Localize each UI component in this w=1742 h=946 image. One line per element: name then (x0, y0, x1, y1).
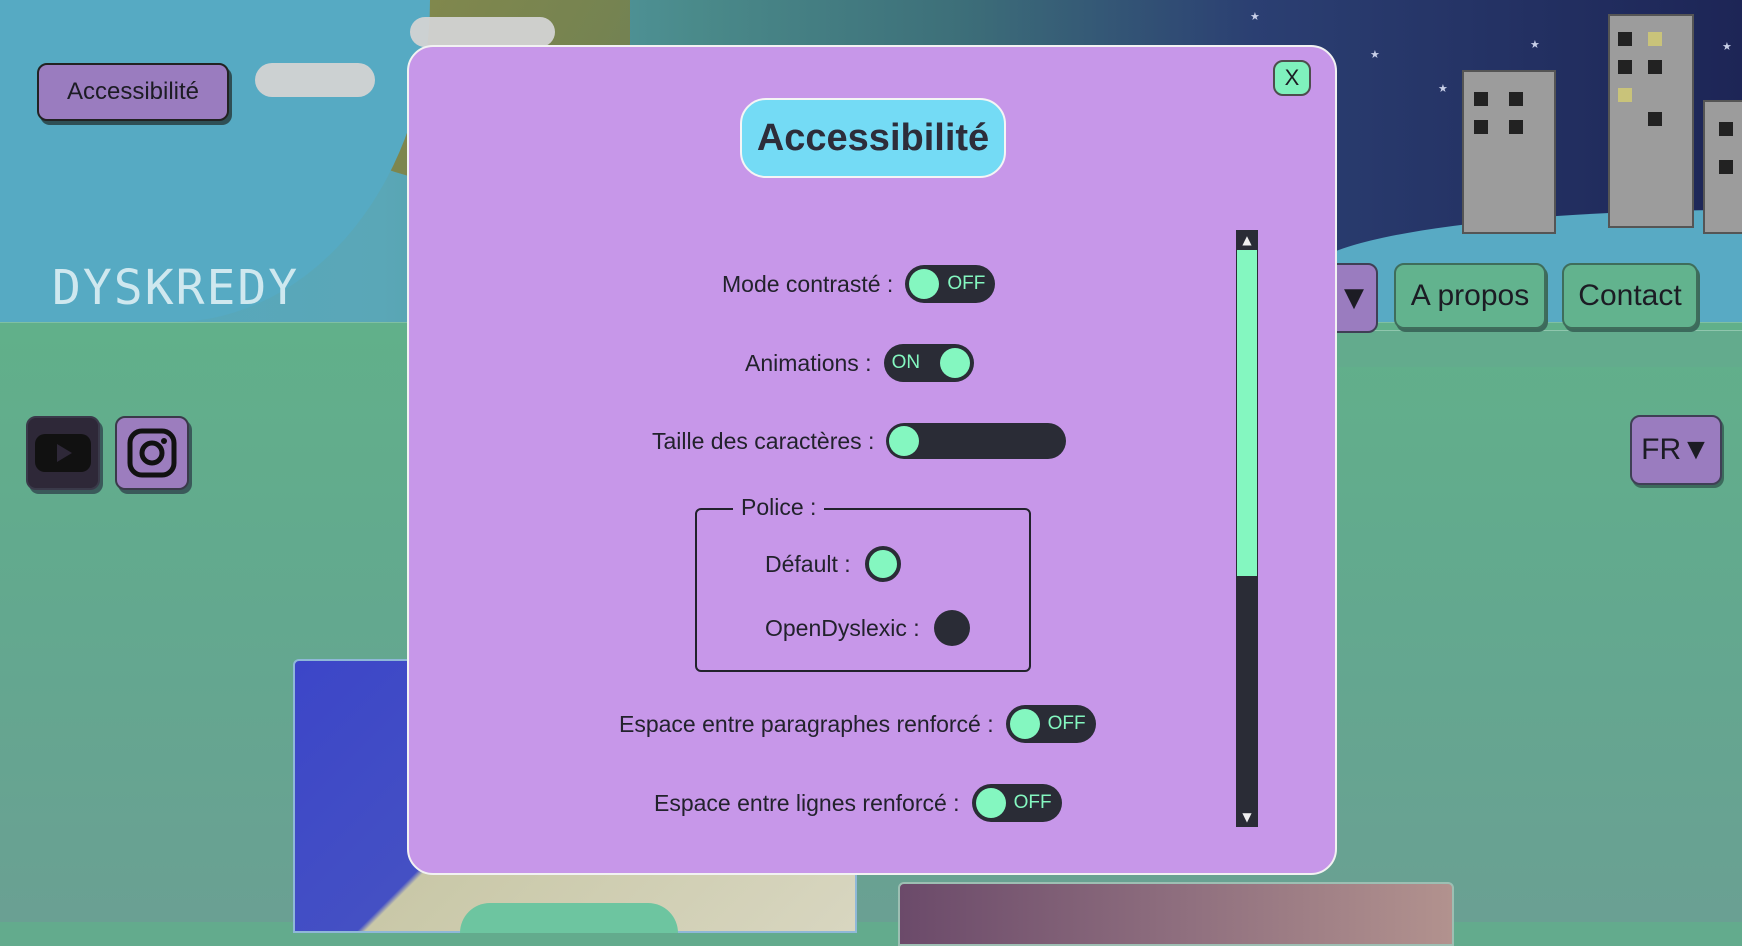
illustration-tab[interactable] (460, 903, 678, 933)
background-building (1608, 14, 1694, 228)
scroll-down-icon[interactable]: ▼ (1236, 807, 1258, 827)
line-spacing-row: Espace entre lignes renforcé : OFF (654, 784, 1062, 822)
contrast-mode-state: OFF (947, 273, 986, 294)
background-cloud (255, 63, 375, 97)
accessibility-button[interactable]: Accessibilité (37, 63, 229, 121)
background-star: ★ (1722, 40, 1732, 53)
background-building (1462, 70, 1556, 234)
animations-row: Animations : ON (745, 344, 974, 382)
font-default-label: Défault : (765, 550, 851, 577)
instagram-button[interactable] (115, 416, 189, 490)
youtube-button[interactable] (26, 416, 100, 490)
line-spacing-label: Espace entre lignes renforcé : (654, 789, 960, 816)
modal-scrollbar[interactable]: ▲ ▼ (1236, 230, 1258, 827)
line-spacing-toggle[interactable]: OFF (971, 784, 1062, 822)
contrast-mode-label: Mode contrasté : (722, 270, 894, 297)
site-logo[interactable]: DYSKREDY (52, 260, 299, 316)
scrollbar-thumb[interactable] (1237, 250, 1257, 576)
accessibility-modal: X Accessibilité Mode contrasté : OFF Ani… (407, 45, 1337, 875)
contrast-mode-row: Mode contrasté : OFF (722, 265, 996, 303)
paragraph-spacing-row: Espace entre paragraphes renforcé : OFF (619, 705, 1096, 743)
paragraph-spacing-state: OFF (1047, 713, 1086, 734)
paragraph-spacing-toggle[interactable]: OFF (1005, 705, 1096, 743)
font-opendyslexic-row: OpenDyslexic : (765, 610, 970, 646)
font-opendyslexic-label: OpenDyslexic : (765, 614, 920, 641)
font-size-slider-handle[interactable] (889, 426, 920, 456)
contrast-mode-toggle[interactable]: OFF (905, 265, 996, 303)
modal-title: Accessibilité (740, 98, 1006, 178)
nav-contact-button[interactable]: Contact (1562, 263, 1698, 329)
nav-about-button[interactable]: A propos (1394, 263, 1546, 329)
animations-label: Animations : (745, 349, 872, 376)
font-default-radio[interactable] (864, 546, 901, 582)
font-size-slider[interactable] (886, 423, 1067, 459)
scroll-up-icon[interactable]: ▲ (1236, 230, 1258, 250)
animations-state: ON (891, 352, 921, 373)
line-spacing-state: OFF (1013, 792, 1052, 813)
paragraph-spacing-label: Espace entre paragraphes renforcé : (619, 710, 994, 737)
animations-toggle[interactable]: ON (883, 344, 974, 382)
background-star: ★ (1438, 82, 1448, 95)
font-opendyslexic-radio[interactable] (933, 610, 970, 646)
language-select[interactable]: FR▼ (1630, 415, 1722, 485)
font-legend: Police : (733, 494, 825, 521)
font-size-label: Taille des caractères : (652, 427, 875, 454)
youtube-icon (35, 434, 91, 472)
background-star: ★ (1530, 38, 1540, 51)
background-building (1703, 100, 1742, 234)
modal-close-button[interactable]: X (1273, 60, 1311, 96)
font-fieldset: Police : Défault : OpenDyslexic : (695, 494, 1031, 672)
nav-strip (1310, 330, 1742, 367)
instagram-icon (127, 428, 177, 478)
font-default-row: Défault : (765, 546, 901, 582)
background-star: ★ (1250, 10, 1260, 23)
background-star: ★ (1370, 48, 1380, 61)
font-size-row: Taille des caractères : (652, 423, 1067, 459)
illustration-card[interactable] (898, 882, 1454, 946)
nav-dropdown-toggle[interactable]: ▼ (1330, 263, 1378, 333)
background-cloud (410, 17, 555, 47)
